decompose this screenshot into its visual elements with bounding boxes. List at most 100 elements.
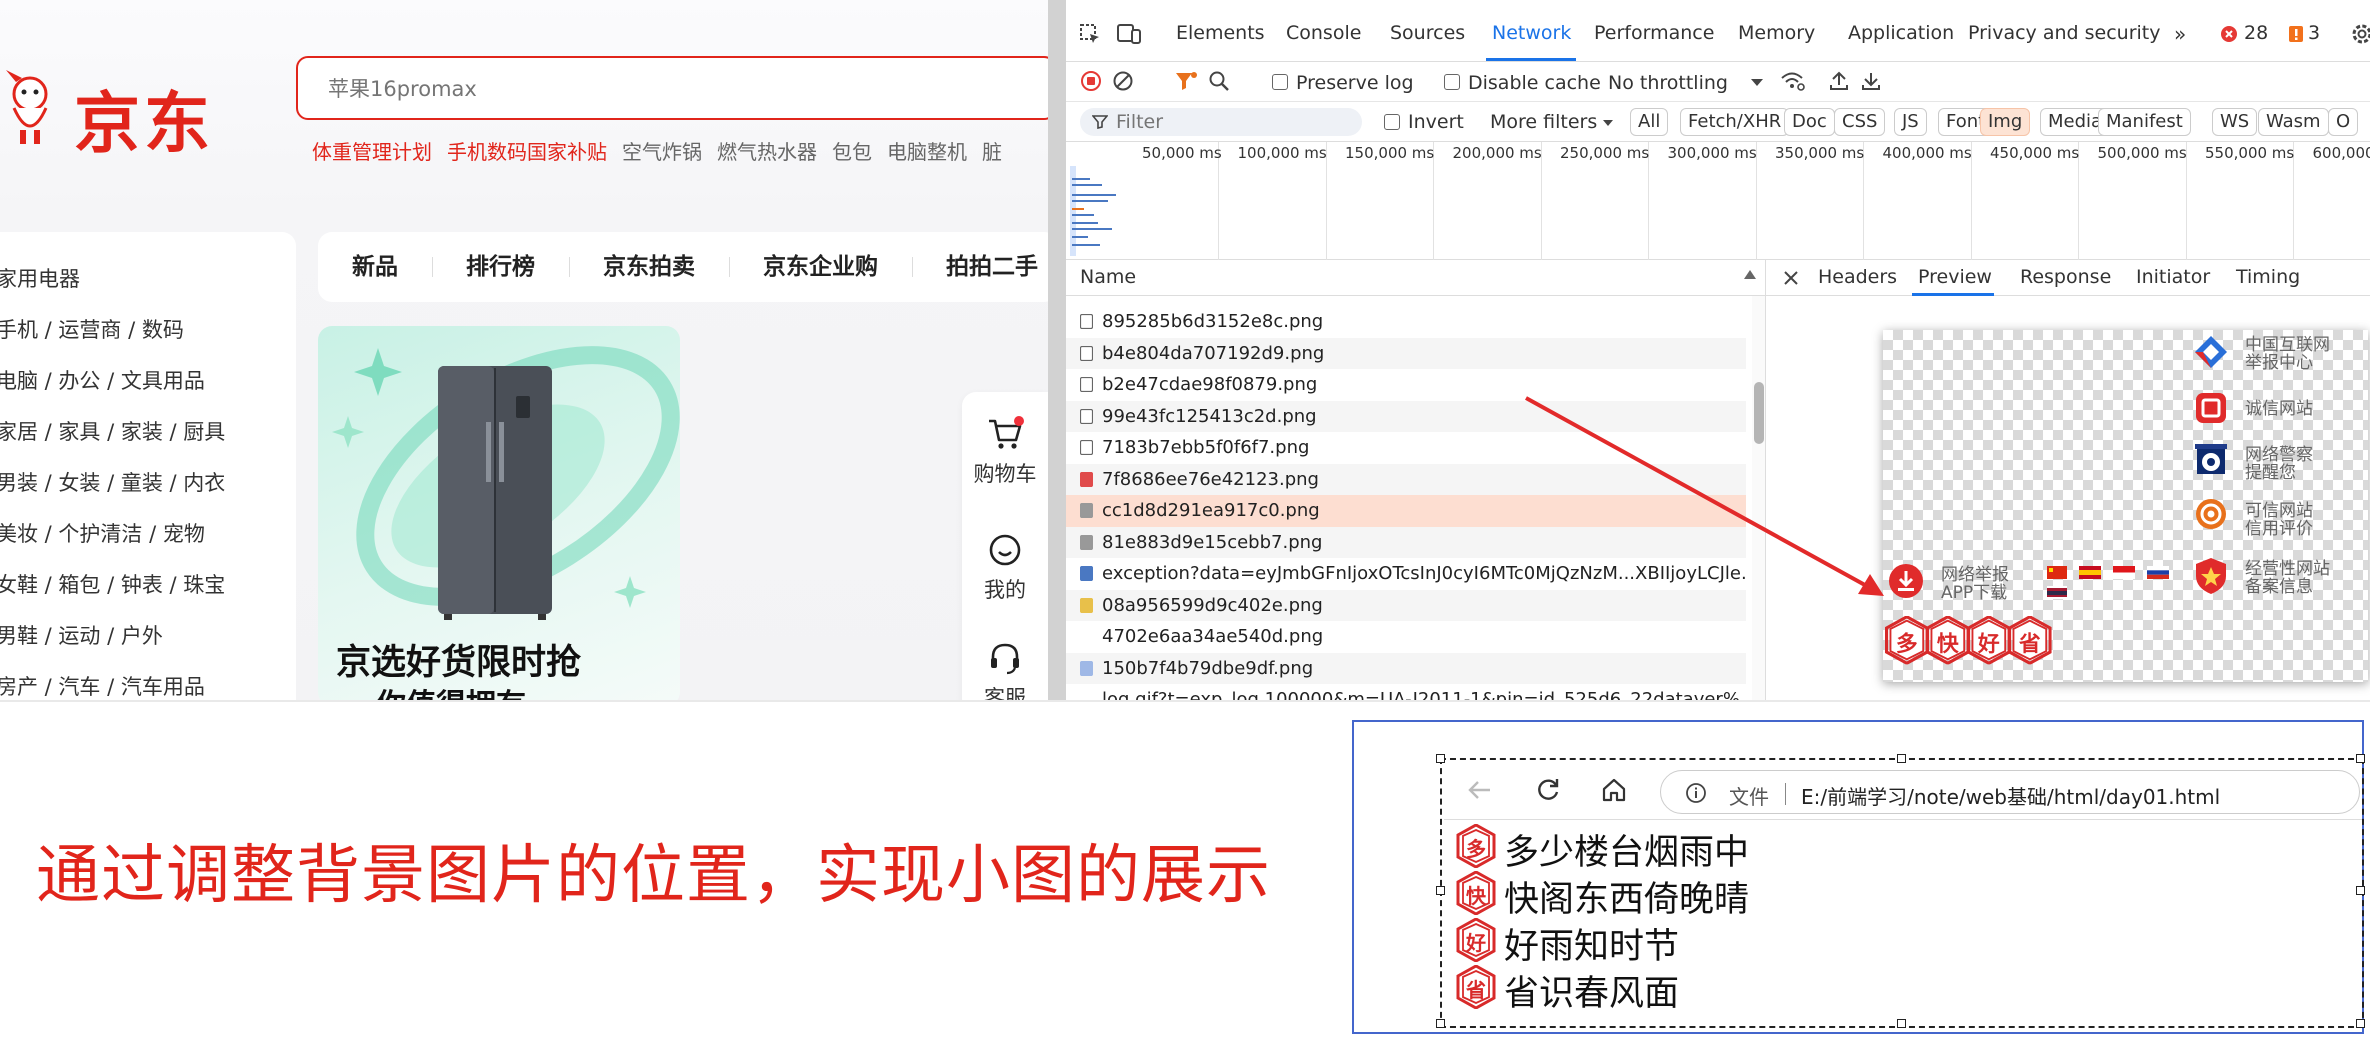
hot-word[interactable]: 空气炸锅 [622, 136, 702, 165]
request-row[interactable]: 08a956599d9c402e.png [1066, 589, 1746, 621]
throttling-select[interactable]: No throttling [1608, 72, 1728, 94]
category-item[interactable]: 家用电器 [0, 254, 296, 305]
category-item[interactable]: 房产 / 汽车 / 汽车用品 [0, 662, 296, 700]
category-item[interactable]: 电脑 / 办公 / 文具用品 [0, 356, 296, 407]
request-list-scrollbar[interactable] [1752, 296, 1765, 700]
address-bar[interactable]: 文件 E:/前端学习/note/web基础/html/day01.html [1660, 770, 2360, 814]
tab-memory[interactable]: Memory [1738, 22, 1815, 44]
error-icon[interactable] [2220, 25, 2238, 43]
hot-word[interactable]: 电脑整机 [887, 136, 967, 165]
category-item[interactable]: 男装 / 女装 / 童装 / 内衣 [0, 458, 296, 509]
side-item-mine[interactable]: 我的 [962, 532, 1048, 604]
hot-word[interactable]: 脏 [982, 136, 1002, 165]
channel-nav-item[interactable]: 京东企业购 [729, 232, 912, 302]
side-item-service[interactable]: 客服 [962, 640, 1048, 700]
filter-input[interactable] [1116, 110, 1346, 134]
channel-nav-item[interactable]: 排行榜 [432, 232, 569, 302]
hot-word[interactable]: 体重管理计划 [312, 136, 432, 165]
info-icon[interactable] [1685, 782, 1707, 804]
category-item[interactable]: 男鞋 / 运动 / 户外 [0, 611, 296, 662]
sort-up-icon[interactable] [1742, 268, 1758, 280]
detail-tab-timing[interactable]: Timing [2236, 266, 2300, 288]
address-url[interactable]: E:/前端学习/note/web基础/html/day01.html [1801, 781, 2220, 810]
search-icon[interactable] [1208, 70, 1230, 92]
type-filter-chip[interactable]: WS [2212, 108, 2258, 136]
jd-logo[interactable]: 京东 [0, 60, 230, 162]
request-row[interactable]: log.gif?t=exp_log.100000&m=UA-J2011-1&pi… [1066, 684, 1746, 700]
inspect-element-icon[interactable] [1078, 22, 1102, 46]
wifi-settings-icon[interactable] [1780, 70, 1806, 92]
request-row[interactable]: 895285b6d3152e8c.png [1066, 306, 1746, 338]
more-tabs-button[interactable]: » [2174, 22, 2186, 46]
type-filter-chip[interactable]: Img [1980, 108, 2031, 136]
chevron-down-icon[interactable] [1602, 119, 1614, 128]
download-icon[interactable] [1860, 70, 1882, 92]
type-filter-chip[interactable]: Manifest [2098, 108, 2191, 136]
tab-privacy-security[interactable]: Privacy and security [1968, 22, 2160, 44]
record-stop-icon[interactable] [1080, 70, 1102, 92]
tab-performance[interactable]: Performance [1594, 22, 1714, 44]
hot-word[interactable]: 包包 [832, 136, 872, 165]
request-row[interactable]: 81e883d9e15cebb7.png [1066, 526, 1746, 558]
warning-icon[interactable] [2288, 25, 2304, 43]
scrollbar-thumb[interactable] [1754, 382, 1764, 444]
disable-cache-checkbox[interactable] [1444, 74, 1460, 90]
resize-handle[interactable] [1436, 1019, 1445, 1028]
request-row[interactable]: 150b7f4b79dbe9df.png [1066, 652, 1746, 684]
tab-sources[interactable]: Sources [1390, 22, 1465, 44]
detail-tab-response[interactable]: Response [2020, 266, 2111, 288]
jd-search-box[interactable] [296, 56, 1048, 120]
resize-handle[interactable] [2356, 1019, 2365, 1028]
chevron-down-icon[interactable] [1750, 78, 1764, 88]
tab-elements[interactable]: Elements [1176, 22, 1265, 44]
type-filter-chip[interactable]: Wasm [2258, 108, 2329, 136]
resize-handle[interactable] [1897, 1019, 1906, 1028]
request-row[interactable]: 7f8686ee76e42123.png [1066, 463, 1746, 495]
type-filter-chip[interactable]: JS [1894, 108, 1927, 136]
request-row[interactable]: cc1d8d291ea917c0.png [1066, 495, 1746, 527]
name-column-header[interactable]: Name [1080, 266, 1136, 288]
request-row[interactable]: b4e804da707192d9.png [1066, 337, 1746, 369]
device-toggle-icon[interactable] [1116, 22, 1142, 46]
resize-handle[interactable] [1436, 886, 1445, 895]
request-row[interactable]: 7183b7ebb5f0f6f7.png [1066, 432, 1746, 464]
channel-nav-item[interactable]: 京东拍卖 [569, 232, 729, 302]
close-icon[interactable] [1782, 269, 1800, 287]
type-filter-chip[interactable]: O [2328, 108, 2359, 136]
type-filter-chip[interactable]: All [1630, 108, 1669, 136]
tab-network[interactable]: Network [1492, 22, 1571, 44]
type-filter-chip[interactable]: CSS [1834, 108, 1886, 136]
resize-handle[interactable] [2356, 886, 2365, 895]
side-item-cart[interactable]: 购物车 [962, 416, 1048, 488]
home-icon[interactable] [1600, 776, 1628, 804]
preserve-log-checkbox[interactable] [1272, 74, 1288, 90]
jd-search-input[interactable] [328, 72, 928, 106]
tab-console[interactable]: Console [1286, 22, 1361, 44]
detail-tab-headers[interactable]: Headers [1818, 266, 1897, 288]
channel-nav-item[interactable]: 拍拍二手 [912, 232, 1048, 302]
more-filters-button[interactable]: More filters [1490, 111, 1597, 133]
invert-checkbox[interactable] [1384, 114, 1400, 130]
type-filter-chip[interactable]: Doc [1784, 108, 1835, 136]
request-row[interactable]: exception?data=eyJmbGFnIjoxOTcsInJ0cyI6M… [1066, 558, 1746, 590]
back-arrow-icon[interactable] [1466, 778, 1494, 802]
detail-tab-initiator[interactable]: Initiator [2136, 266, 2210, 288]
split-divider[interactable] [1048, 0, 1066, 700]
filter-funnel-icon[interactable] [1174, 70, 1198, 92]
request-row[interactable]: 4702e6aa34ae540d.png [1066, 621, 1746, 653]
category-item[interactable]: 手机 / 运营商 / 数码 [0, 305, 296, 356]
jd-banner[interactable]: 京选好货限时抢 你值得拥有 [318, 326, 680, 700]
hot-word[interactable]: 燃气热水器 [717, 136, 817, 165]
reload-icon[interactable] [1534, 776, 1562, 804]
upload-icon[interactable] [1828, 70, 1850, 92]
request-row[interactable]: 99e43fc125413c2d.png [1066, 400, 1746, 432]
tab-application[interactable]: Application [1848, 22, 1954, 44]
settings-gear-icon[interactable] [2350, 22, 2370, 46]
category-item[interactable]: 女鞋 / 箱包 / 钟表 / 珠宝 [0, 560, 296, 611]
category-item[interactable]: 美妆 / 个护清洁 / 宠物 [0, 509, 296, 560]
request-row[interactable]: b2e47cdae98f0879.png [1066, 369, 1746, 401]
detail-tab-preview[interactable]: Preview [1918, 266, 1992, 288]
channel-nav-item[interactable]: 新品 [318, 232, 432, 302]
type-filter-chip[interactable]: Fetch/XHR [1680, 108, 1790, 136]
hot-word[interactable]: 手机数码国家补贴 [447, 136, 607, 165]
